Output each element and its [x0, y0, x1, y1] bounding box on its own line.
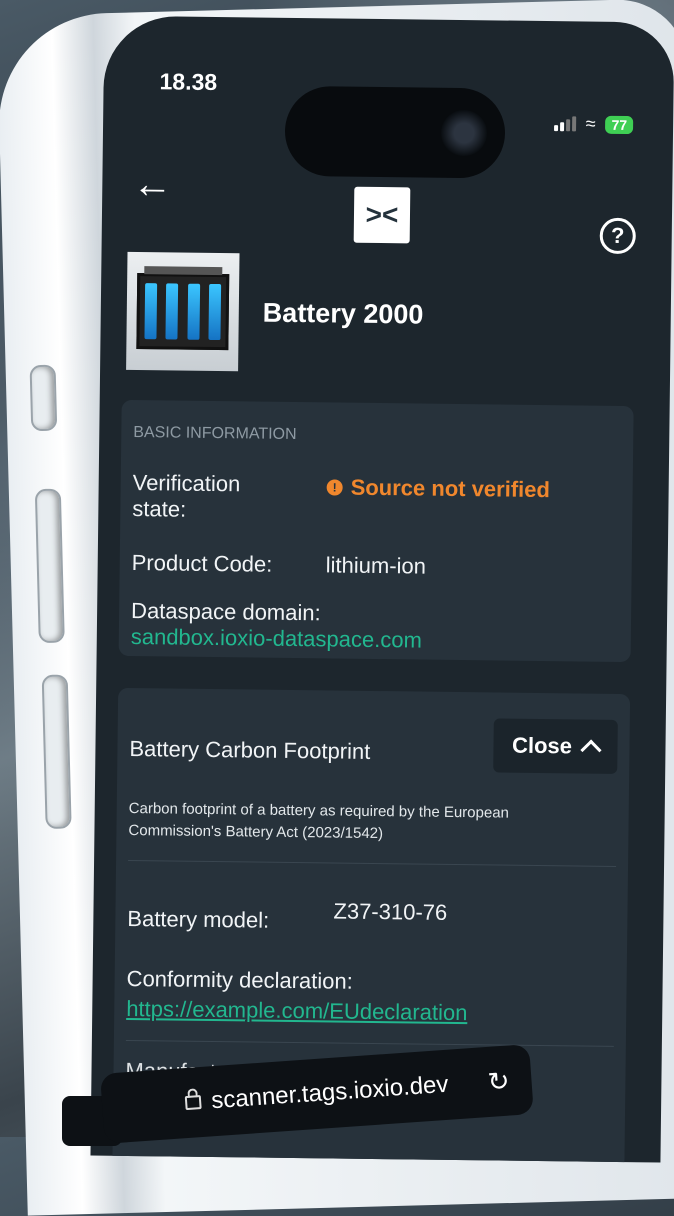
product-code-label: Product Code:: [131, 550, 273, 577]
section-label: BASIC INFORMATION: [133, 424, 297, 444]
carbon-card-title: Battery Carbon Footprint: [129, 735, 371, 764]
product-header: Battery 2000: [126, 251, 424, 374]
wifi-icon: ≈: [585, 113, 596, 134]
conformity-link[interactable]: https://example.com/EUdeclaration: [126, 996, 467, 1026]
verification-status: ! Source not verified: [326, 474, 550, 503]
dataspace-link[interactable]: sandbox.ioxio-dataspace.com: [131, 624, 422, 654]
dataspace-label: Dataspace domain:: [130, 597, 321, 626]
phone-frame: 18.38 ≈ 77 ← >< ? Battery 2000 BASIC INF…: [0, 0, 674, 1216]
signal-icon: [553, 116, 576, 132]
divider: [125, 1039, 614, 1047]
battery-model-label: Battery model:: [127, 905, 270, 933]
product-title: Battery 2000: [262, 297, 424, 330]
divider: [128, 859, 617, 867]
help-icon[interactable]: ?: [599, 217, 636, 255]
conformity-label: Conformity declaration:: [126, 965, 354, 994]
mute-switch: [29, 364, 58, 432]
status-indicators: ≈ 77: [553, 113, 634, 135]
status-time: 18.38: [159, 68, 218, 96]
product-code-value: lithium-ion: [325, 552, 427, 579]
close-label: Close: [511, 732, 573, 759]
camera-icon: [440, 109, 488, 157]
lock-icon: [185, 1095, 202, 1111]
battery-picture: [136, 273, 230, 351]
volume-down-button: [41, 674, 72, 830]
basic-information-card: BASIC INFORMATION Verification state: ! …: [118, 399, 634, 663]
ioxio-logo: ><: [353, 186, 411, 244]
battery-model-value: Z37-310-76: [333, 898, 448, 925]
close-button[interactable]: Close: [493, 718, 618, 774]
reload-icon[interactable]: ↻: [487, 1065, 511, 1097]
warning-icon: !: [326, 479, 343, 496]
volume-up-button: [34, 488, 65, 644]
product-image: [126, 251, 240, 372]
back-arrow-icon[interactable]: ←: [132, 162, 173, 207]
phone-screen: 18.38 ≈ 77 ← >< ? Battery 2000 BASIC INF…: [90, 15, 674, 1163]
dynamic-island: [284, 85, 506, 179]
carbon-description: Carbon footprint of a battery as require…: [128, 799, 510, 843]
url-text: scanner.tags.ioxio.dev: [210, 1070, 450, 1115]
verification-label: Verification state:: [132, 470, 241, 522]
battery-icon: 77: [605, 115, 634, 134]
chevron-up-icon: [580, 739, 603, 761]
